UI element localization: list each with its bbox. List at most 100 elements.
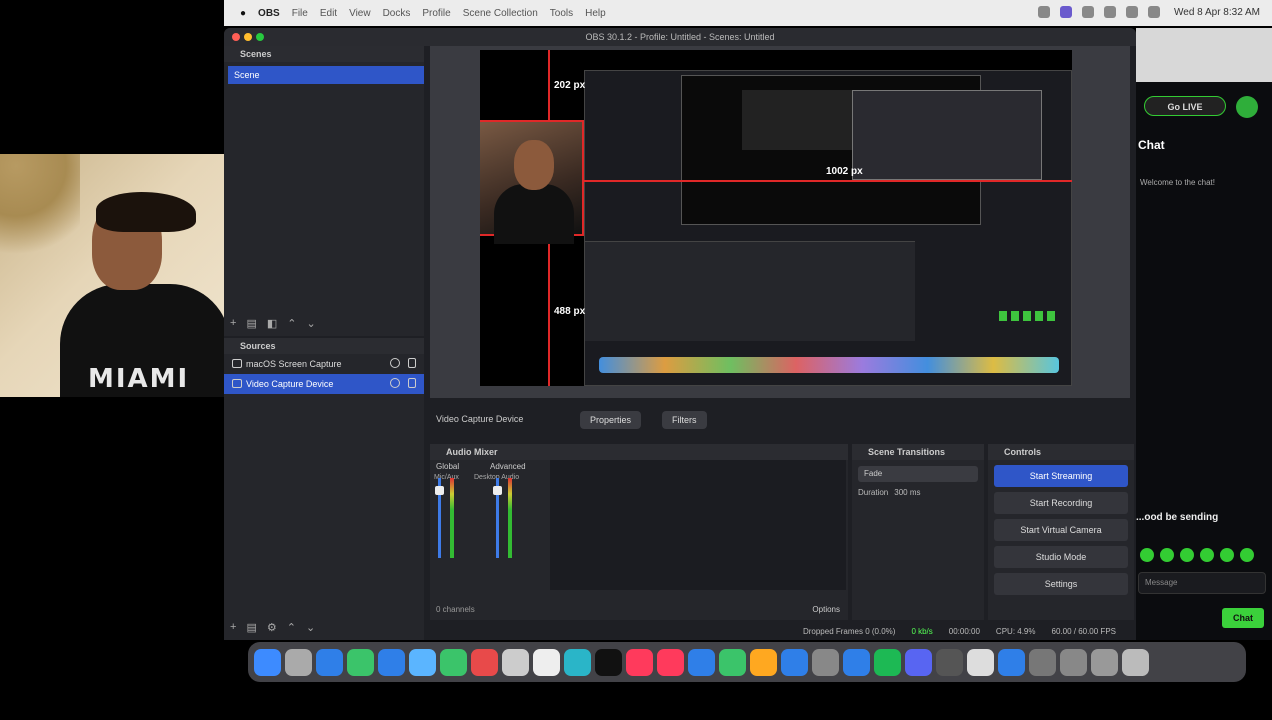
start-streaming-button[interactable]: Start Streaming [994, 465, 1128, 487]
dock-app-icon[interactable] [564, 648, 591, 676]
program-preview[interactable]: 202 px 1002 px 488 px [430, 46, 1130, 398]
menubar-clock[interactable]: Wed 8 Apr 8:32 AM [1174, 7, 1260, 18]
scene-item[interactable]: Scene [228, 66, 424, 84]
zoom-window-icon[interactable] [256, 33, 264, 41]
volume-fader[interactable] [435, 478, 444, 558]
visibility-eye-icon[interactable] [390, 378, 400, 388]
move-down-icon[interactable]: ⌄ [306, 621, 315, 634]
apple-menu-icon[interactable]: ● [240, 8, 246, 19]
filters-icon[interactable]: ◧ [267, 317, 277, 330]
remove-icon[interactable]: ▤ [246, 621, 256, 634]
menu-profile[interactable]: Profile [422, 8, 450, 19]
menu-help[interactable]: Help [585, 8, 606, 19]
menu-app-name[interactable]: OBS [258, 8, 280, 19]
move-down-icon[interactable]: ⌄ [306, 317, 315, 330]
menu-docks[interactable]: Docks [383, 8, 411, 19]
emoji-icon[interactable] [1140, 548, 1154, 562]
transition-select[interactable]: Fade [858, 466, 978, 482]
properties-button[interactable]: Properties [580, 411, 642, 429]
dock-app-icon[interactable] [936, 648, 963, 676]
filters-button[interactable]: Filters [662, 411, 707, 429]
dock-app-icon[interactable] [502, 648, 529, 676]
dock-app-icon[interactable] [750, 648, 777, 676]
wifi-icon[interactable] [1126, 6, 1139, 18]
background-decor [0, 154, 80, 274]
fader-knob[interactable] [493, 486, 502, 495]
minimize-window-icon[interactable] [244, 33, 252, 41]
dock-app-icon[interactable] [967, 648, 994, 676]
menu-scene-collection[interactable]: Scene Collection [463, 8, 538, 19]
battery-icon[interactable] [1104, 6, 1117, 18]
dock-app-icon[interactable] [533, 648, 560, 676]
source-item[interactable]: Video Capture Device [224, 374, 424, 394]
status-icon[interactable] [1060, 6, 1073, 18]
avatar[interactable] [1236, 96, 1258, 118]
emoji-icon[interactable] [1160, 548, 1174, 562]
dock-app-icon[interactable] [1060, 648, 1087, 676]
chat-send-button[interactable]: Chat [1222, 608, 1264, 628]
dock-app-icon[interactable] [378, 648, 405, 676]
menu-edit[interactable]: Edit [320, 8, 337, 19]
source-item[interactable]: macOS Screen Capture [224, 354, 424, 374]
mixer-tab-global[interactable]: Global [436, 462, 459, 471]
add-icon[interactable]: + [230, 317, 236, 330]
dock-app-icon[interactable] [843, 648, 870, 676]
dock-app-icon[interactable] [688, 648, 715, 676]
dock-app-icon[interactable] [998, 648, 1025, 676]
move-up-icon[interactable]: ⌃ [287, 621, 296, 634]
lock-icon[interactable] [408, 358, 416, 368]
dock-app-icon[interactable] [254, 648, 281, 676]
dock-app-icon[interactable] [440, 648, 467, 676]
menu-tools[interactable]: Tools [550, 8, 573, 19]
close-window-icon[interactable] [232, 33, 240, 41]
remove-icon[interactable]: ▤ [246, 317, 256, 330]
status-icon[interactable] [1038, 6, 1051, 18]
dock-app-icon[interactable] [316, 648, 343, 676]
emoji-icon[interactable] [1180, 548, 1194, 562]
dock-app-icon[interactable] [719, 648, 746, 676]
sources-toolbar: + ▤ ⚙ ⌃ ⌄ [230, 621, 315, 634]
lock-icon[interactable] [408, 378, 416, 388]
dock-app-icon[interactable] [874, 648, 901, 676]
dock-app-icon[interactable] [781, 648, 808, 676]
settings-button[interactable]: Settings [994, 573, 1128, 595]
dock-app-icon[interactable] [347, 648, 374, 676]
add-icon[interactable]: + [230, 621, 236, 634]
search-icon[interactable] [1148, 6, 1161, 18]
dock-app-icon[interactable] [285, 648, 312, 676]
gear-icon[interactable]: ⚙ [267, 621, 277, 634]
options-button[interactable]: Options [812, 605, 840, 614]
emoji-icon[interactable] [1220, 548, 1234, 562]
dock-app-icon[interactable] [1091, 648, 1118, 676]
video-capture-source-box[interactable] [480, 120, 584, 244]
status-icon[interactable] [1082, 6, 1095, 18]
dock-app-icon[interactable] [812, 648, 839, 676]
visibility-eye-icon[interactable] [390, 358, 400, 368]
dock-app-icon[interactable] [1029, 648, 1056, 676]
volume-fader[interactable] [493, 478, 502, 558]
dock-app-icon[interactable] [471, 648, 498, 676]
duration-field[interactable]: 300 ms [894, 488, 920, 497]
audio-mixer-title: Audio Mixer [430, 444, 848, 460]
fader-knob[interactable] [435, 486, 444, 495]
mixer-tab-advanced[interactable]: Advanced [490, 462, 526, 471]
emoji-icon[interactable] [1240, 548, 1254, 562]
scene-transitions-dock: Scene Transitions Fade Duration 300 ms [852, 444, 984, 620]
start-virtual-camera-button[interactable]: Start Virtual Camera [994, 519, 1128, 541]
dock-app-icon[interactable] [626, 648, 653, 676]
chat-input[interactable]: Message [1138, 572, 1266, 594]
start-recording-button[interactable]: Start Recording [994, 492, 1128, 514]
dock-app-icon[interactable] [595, 648, 622, 676]
dock-app-icon[interactable] [905, 648, 932, 676]
preview-canvas[interactable]: 202 px 1002 px 488 px [480, 50, 1072, 386]
dock-app-icon[interactable] [657, 648, 684, 676]
dock-app-icon[interactable] [409, 648, 436, 676]
mixer-footer: 0 channels [436, 605, 475, 614]
menu-view[interactable]: View [349, 8, 371, 19]
move-up-icon[interactable]: ⌃ [287, 317, 296, 330]
studio-mode-button[interactable]: Studio Mode [994, 546, 1128, 568]
menu-file[interactable]: File [292, 8, 308, 19]
dock-app-icon[interactable] [1122, 648, 1149, 676]
emoji-icon[interactable] [1200, 548, 1214, 562]
go-live-button[interactable]: Go LIVE [1144, 96, 1226, 116]
